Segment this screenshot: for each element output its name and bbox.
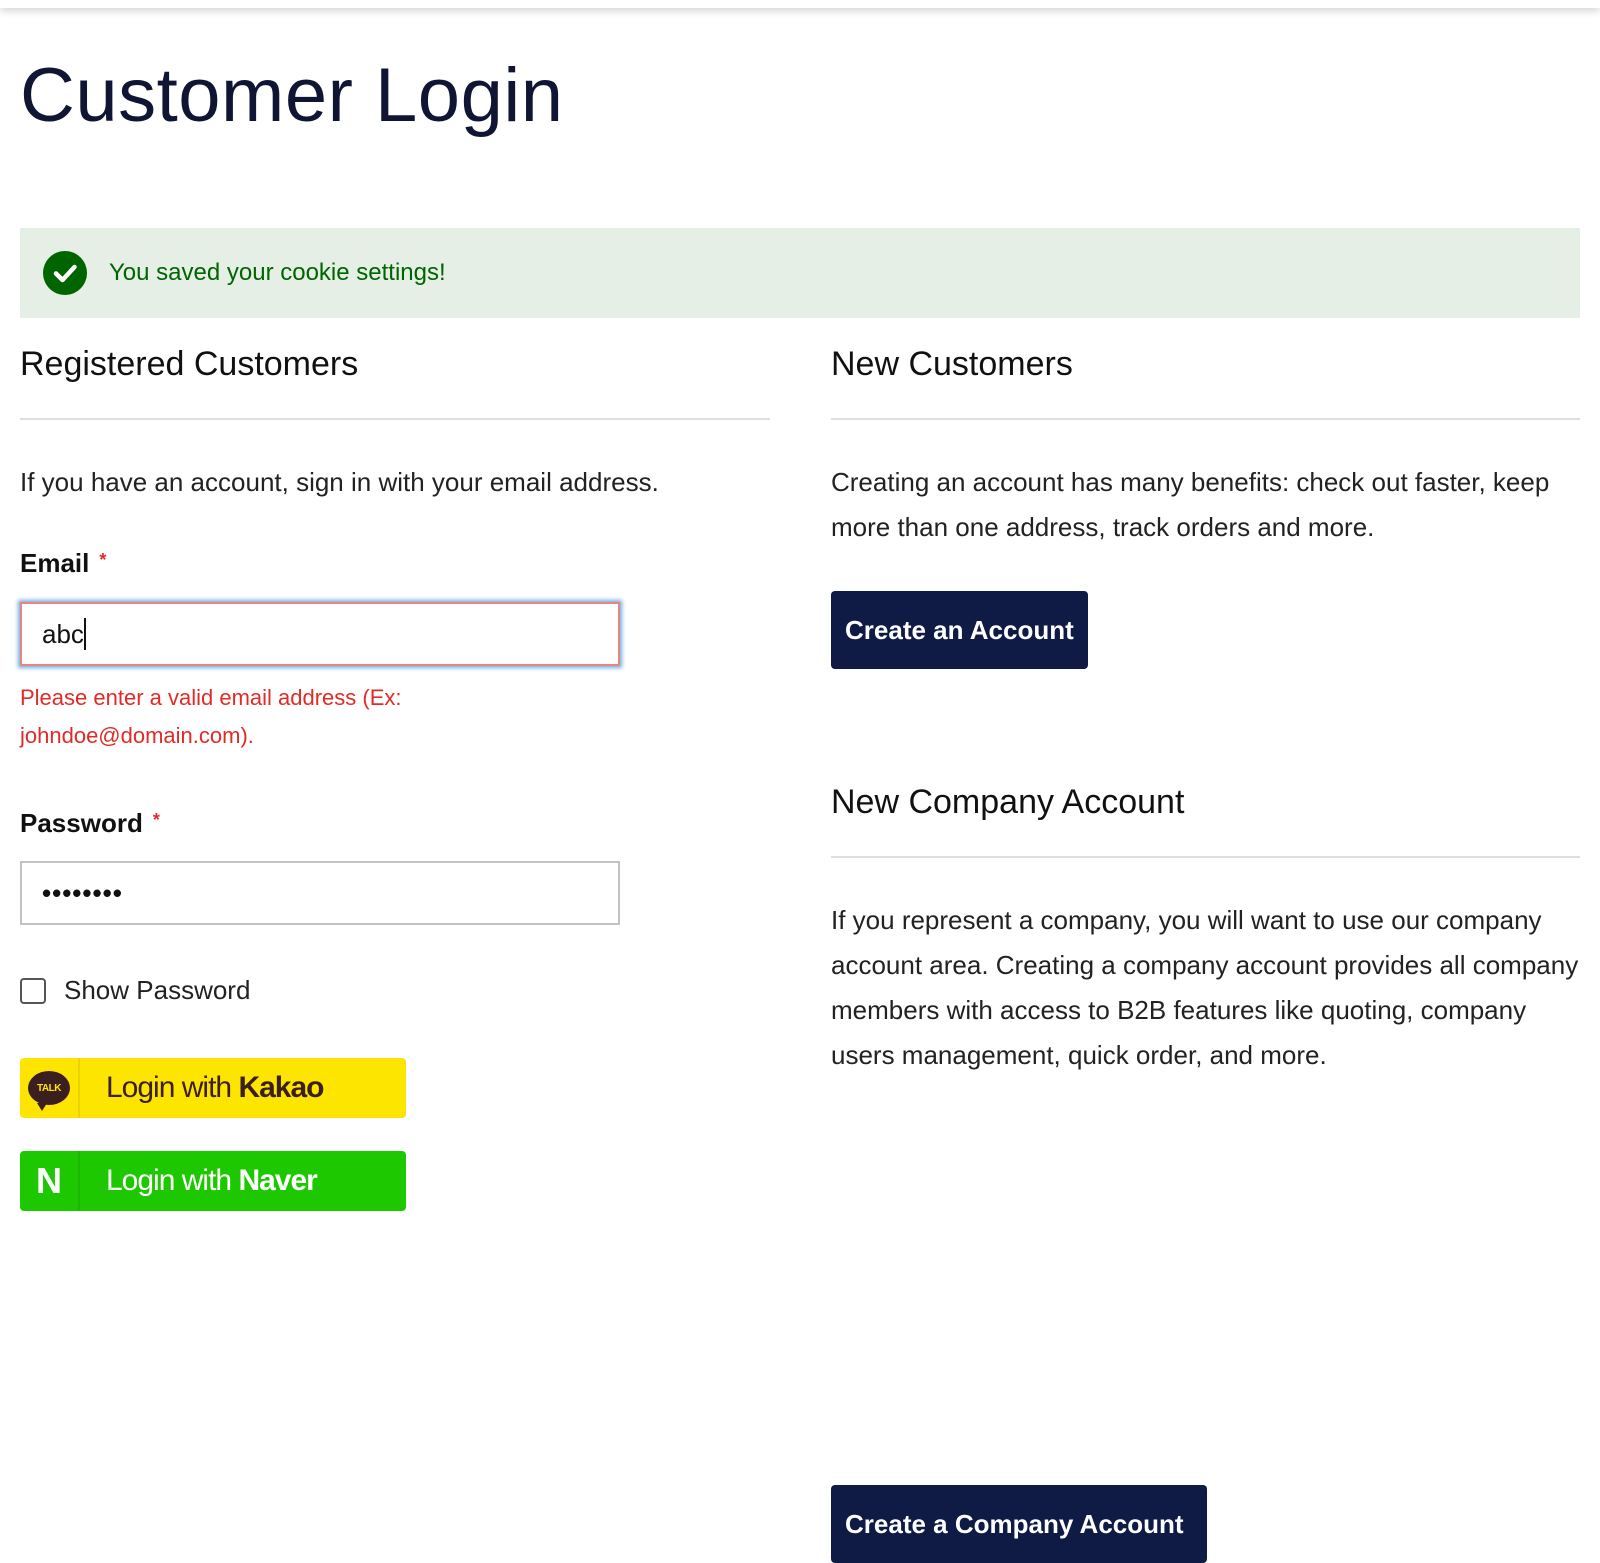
required-marker: * [99, 550, 107, 570]
registered-customers-intro: If you have an account, sign in with you… [20, 467, 659, 497]
new-customers-block: New Customers Creating an account has ma… [831, 318, 1580, 1563]
company-account-title: New Company Account [831, 756, 1580, 858]
naver-n-icon: N [36, 1160, 62, 1201]
registered-customers-title: Registered Customers [20, 318, 770, 420]
email-field[interactable]: abc [20, 602, 620, 666]
create-company-account-button[interactable]: Create a Company Account [831, 1485, 1207, 1563]
email-label-text: Email [20, 548, 90, 578]
password-label: Password * [20, 808, 160, 839]
new-customers-intro: Creating an account has many benefits: c… [831, 467, 1550, 542]
naver-login-button[interactable]: N Login with Naver [20, 1151, 406, 1211]
text-caret [83, 618, 86, 650]
registered-customers-block: Registered Customers If you have an acco… [20, 318, 770, 1211]
naver-brand: Naver [238, 1164, 317, 1197]
success-message: You saved your cookie settings! [20, 228, 1580, 318]
naver-icon-box: N [20, 1151, 80, 1211]
show-password-label[interactable]: Show Password [64, 975, 250, 1006]
kakao-talk-icon: TALK [28, 1071, 70, 1111]
company-account-intro: If you represent a company, you will wan… [831, 905, 1579, 1070]
naver-login-label: Login with Naver [106, 1164, 318, 1198]
required-marker: * [152, 810, 160, 830]
password-label-text: Password [20, 808, 143, 838]
email-field-value: abc [42, 618, 84, 649]
kakao-login-label: Login with Kakao [106, 1071, 324, 1105]
success-message-text: You saved your cookie settings! [109, 259, 446, 286]
check-circle-icon [43, 251, 87, 295]
header-shadow-bar [0, 0, 1600, 8]
create-account-button[interactable]: Create an Account [831, 591, 1088, 669]
password-field[interactable]: •••••••• [20, 861, 620, 925]
page-title: Customer Login [20, 53, 564, 138]
kakao-icon-box: TALK [20, 1058, 80, 1118]
naver-login-prefix: Login with [106, 1164, 239, 1197]
kakao-icon-text: TALK [37, 1082, 61, 1094]
new-customers-title: New Customers [831, 318, 1580, 420]
kakao-login-prefix: Login with [106, 1071, 239, 1104]
kakao-login-button[interactable]: TALK Login with Kakao [20, 1058, 406, 1118]
show-password-checkbox[interactable] [20, 978, 46, 1004]
email-error-message: Please enter a valid email address (Ex: … [20, 685, 402, 748]
email-label: Email * [20, 548, 106, 579]
kakao-brand: Kakao [238, 1071, 324, 1104]
password-field-value: •••••••• [42, 877, 123, 908]
company-account-block: New Company Account If you represent a c… [831, 756, 1580, 1563]
